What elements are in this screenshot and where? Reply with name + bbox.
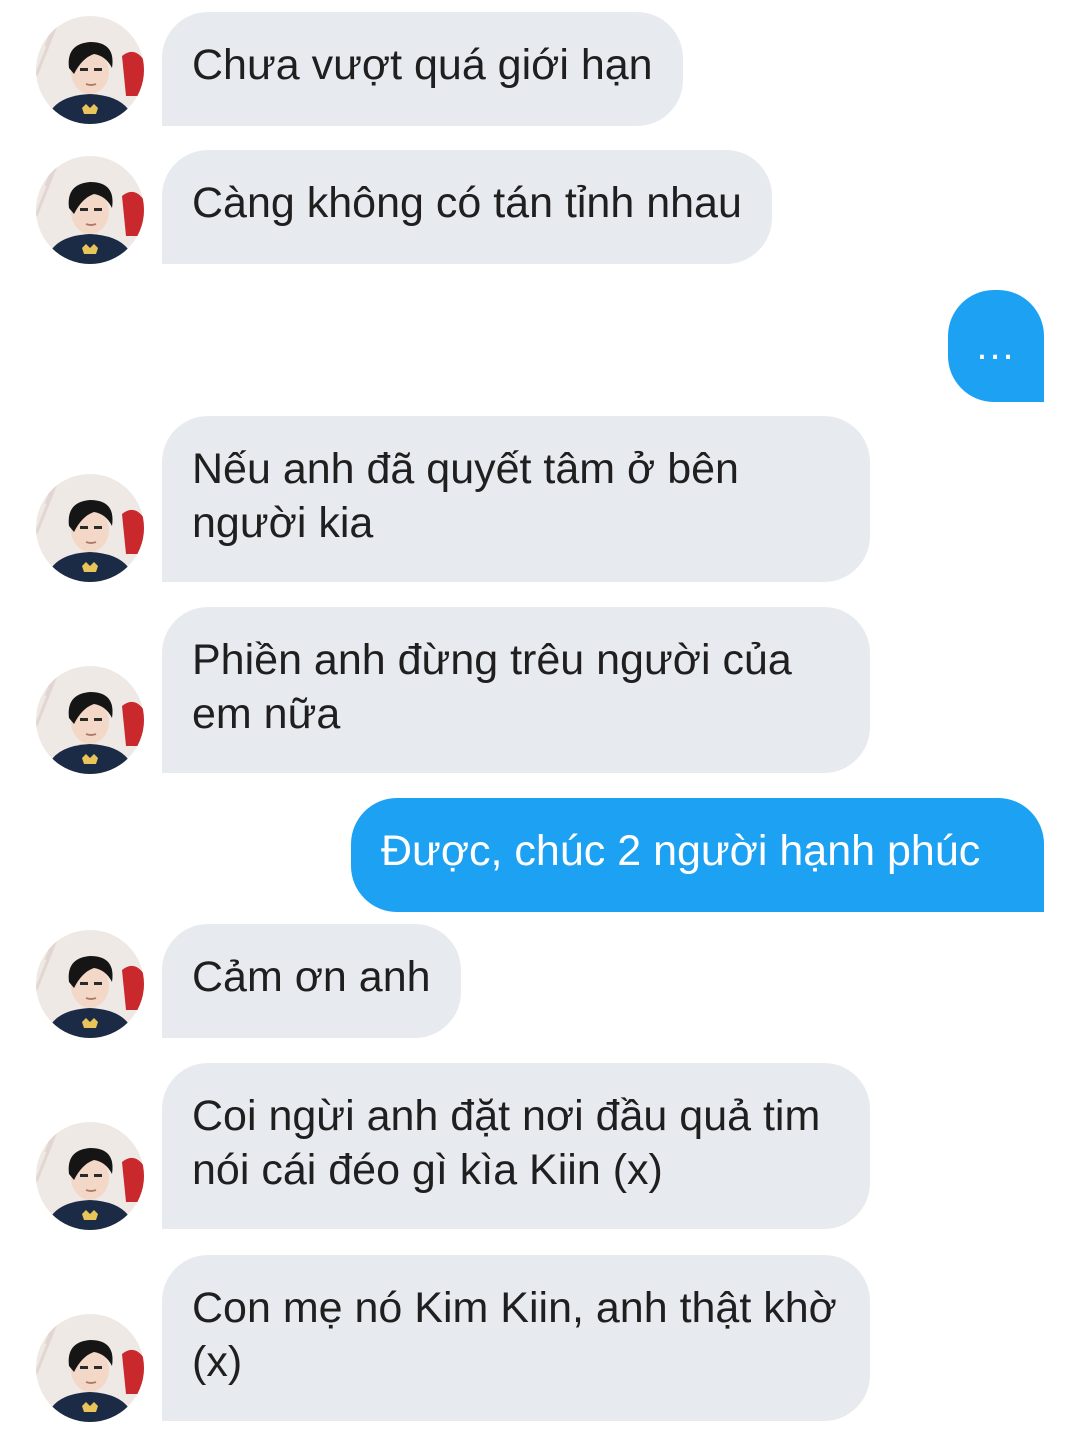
message-text: Coi ngừi anh đặt nơi đầu quả tim nói cái…: [192, 1092, 821, 1194]
message-text: Chưa vượt quá giới hạn: [192, 41, 653, 89]
incoming-message-bubble[interactable]: Phiền anh đừng trêu người của em nữa: [162, 607, 870, 773]
message-text: Phiền anh đừng trêu người của em nữa: [192, 636, 792, 738]
message-text: Con mẹ nó Kim Kiin, anh thật khờ (x): [192, 1284, 837, 1386]
avatar-photo-icon: [36, 1122, 144, 1230]
avatar-photo-icon: [36, 16, 144, 124]
avatar-photo-icon: [36, 666, 144, 774]
incoming-message-bubble[interactable]: Càng không có tán tỉnh nhau: [162, 150, 772, 264]
message-text: Càng không có tán tỉnh nhau: [192, 179, 742, 227]
avatar-photo-icon: [36, 474, 144, 582]
outgoing-message-bubble[interactable]: ...: [948, 290, 1044, 402]
incoming-message-bubble[interactable]: Con mẹ nó Kim Kiin, anh thật khờ (x): [162, 1255, 870, 1421]
chat-thread: Chưa vượt quá giới hạn Càng không có tán…: [0, 0, 1080, 1430]
avatar-photo-icon: [36, 930, 144, 1038]
message-text: Nếu anh đã quyết tâm ở bên người kia: [192, 445, 739, 547]
avatar[interactable]: [36, 666, 144, 774]
avatar[interactable]: [36, 474, 144, 582]
avatar[interactable]: [36, 1122, 144, 1230]
avatar[interactable]: [36, 1314, 144, 1422]
incoming-message-bubble[interactable]: Cảm ơn anh: [162, 924, 461, 1038]
avatar[interactable]: [36, 156, 144, 264]
message-text: Được, chúc 2 người hạnh phúc: [381, 827, 981, 875]
avatar-photo-icon: [36, 1314, 144, 1422]
avatar[interactable]: [36, 930, 144, 1038]
message-text: ...: [976, 324, 1016, 368]
incoming-message-bubble[interactable]: Coi ngừi anh đặt nơi đầu quả tim nói cái…: [162, 1063, 870, 1229]
avatar-photo-icon: [36, 156, 144, 264]
incoming-message-bubble[interactable]: Nếu anh đã quyết tâm ở bên người kia: [162, 416, 870, 582]
avatar[interactable]: [36, 16, 144, 124]
message-text: Cảm ơn anh: [192, 953, 431, 1001]
incoming-message-bubble[interactable]: Chưa vượt quá giới hạn: [162, 12, 683, 126]
outgoing-message-bubble[interactable]: Được, chúc 2 người hạnh phúc: [351, 798, 1044, 912]
